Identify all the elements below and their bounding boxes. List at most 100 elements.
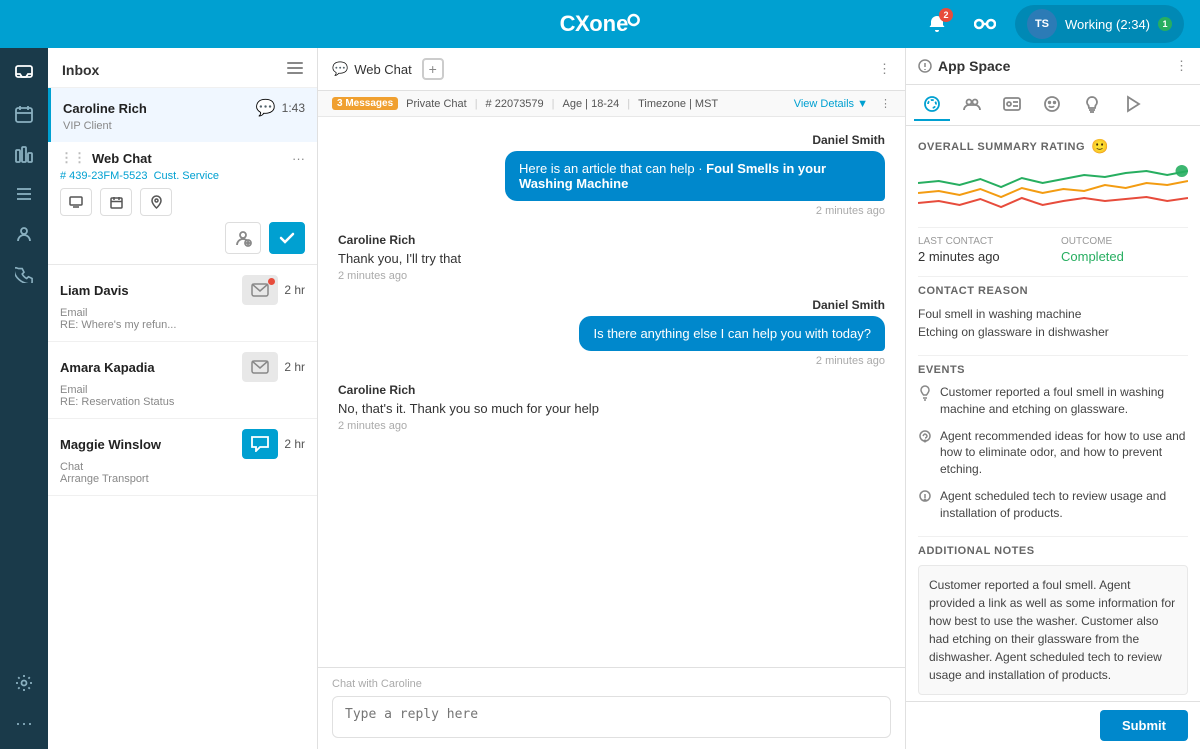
inbox-items: Caroline Rich 💬 1:43 VIP Client ⋮⋮ Web C…: [48, 88, 317, 749]
inbox-menu-button[interactable]: [287, 60, 303, 79]
contact-reason-text-2: Etching on glassware in dishwasher: [918, 323, 1188, 341]
event-icon-3: [918, 489, 932, 522]
outcome-col: OUTCOME Completed: [1061, 236, 1188, 264]
last-contact-label: LAST CONTACT: [918, 236, 1045, 247]
right-content: OVERALL SUMMARY RATING 🙂: [906, 126, 1200, 701]
nav-icon-contacts[interactable]: [6, 216, 42, 252]
webchat-more-button[interactable]: ···: [292, 151, 305, 166]
event-icon-1: [918, 385, 932, 418]
outcome-label: OUTCOME: [1061, 236, 1188, 247]
nav-icon-settings[interactable]: [6, 665, 42, 701]
connection-button[interactable]: [967, 6, 1003, 42]
divider-2: [918, 276, 1188, 277]
contact-card-liam[interactable]: Liam Davis 2 hr Email RE: Where's my ref…: [48, 265, 317, 342]
contact-card-caroline[interactable]: Caroline Rich 💬 1:43 VIP Client: [48, 88, 317, 142]
chat-tab-label: Web Chat: [354, 62, 412, 77]
msg-bubble-2: Thank you, I'll try that: [338, 251, 461, 266]
contact-card-maggie[interactable]: Maggie Winslow 2 hr Chat Arrange Transpo…: [48, 419, 317, 496]
chat-icon-caroline: 💬: [256, 98, 276, 118]
nav-icon-inbox[interactable]: [6, 56, 42, 92]
nav-icon-calendar[interactable]: [6, 96, 42, 132]
age-label: Age | 18-24: [563, 98, 620, 110]
chat-meta: 3 Messages Private Chat | # 22073579 | A…: [318, 91, 905, 117]
webchat-action-screen[interactable]: [60, 188, 92, 216]
msg-time-4: 2 minutes ago: [338, 420, 885, 432]
events-section: EVENTS Customer reported a foul smell in…: [918, 364, 1188, 522]
divider-4: [918, 536, 1188, 537]
divider-3: [918, 355, 1188, 356]
tab-identity[interactable]: [994, 89, 1030, 121]
tab-contacts[interactable]: [954, 89, 990, 121]
contact-reason-label: CONTACT REASON: [918, 285, 1188, 297]
additional-notes-section: ADDITIONAL NOTES Customer reported a fou…: [918, 545, 1188, 695]
submit-button[interactable]: Submit: [1100, 710, 1188, 741]
agent-status-button[interactable]: TS Working (2:34) 1: [1015, 5, 1184, 43]
submit-row: Submit: [906, 701, 1200, 749]
message-4: Caroline Rich No, that's it. Thank you s…: [338, 383, 885, 432]
unread-dot: [268, 278, 275, 285]
events-label: EVENTS: [918, 364, 1188, 376]
webchat-accept-button[interactable]: [269, 222, 305, 254]
webchat-assign-button[interactable]: [225, 222, 261, 254]
timezone-label: Timezone | MST: [638, 98, 718, 110]
webchat-action-location[interactable]: [140, 188, 172, 216]
chat-header: 💬 Web Chat + ⋮: [318, 48, 905, 91]
inbox-panel: Inbox Caroline Rich 💬 1:43 VIP Client: [48, 48, 318, 749]
last-contact-col: LAST CONTACT 2 minutes ago: [918, 236, 1045, 264]
tab-ideas[interactable]: [1074, 89, 1110, 121]
private-chat-label: Private Chat: [406, 98, 467, 110]
outcome-value: Completed: [1061, 249, 1188, 264]
nav-icon-phone[interactable]: [6, 256, 42, 292]
contact-sub-caroline: VIP Client: [63, 120, 305, 132]
msg-bubble-3: Is there anything else I can help you wi…: [579, 316, 885, 351]
main-layout: ··· Inbox Caroline Rich 💬 1:43 VIP Clien…: [0, 48, 1200, 749]
right-tabs: [906, 85, 1200, 126]
contact-name-liam: Liam Davis: [60, 283, 129, 298]
email-icon-liam: [242, 275, 278, 305]
events-list: Customer reported a foul smell in washin…: [918, 384, 1188, 522]
webchat-footer: [60, 222, 305, 260]
webchat-item: ⋮⋮ Web Chat ··· # 439-23FM-5523 Cust. Se…: [48, 142, 317, 265]
nav-icon-list[interactable]: [6, 176, 42, 212]
messages-badge: 3 Messages: [332, 97, 398, 110]
chat-tab-icon: 💬: [332, 61, 348, 77]
tab-summary[interactable]: [914, 89, 950, 121]
chat-input-area: Chat with Caroline: [318, 667, 905, 749]
overall-rating-section: OVERALL SUMMARY RATING 🙂: [918, 138, 1188, 213]
contact-reason-section: CONTACT REASON Foul smell in washing mac…: [918, 285, 1188, 341]
add-tab-button[interactable]: +: [422, 58, 444, 80]
webchat-action-calendar[interactable]: [100, 188, 132, 216]
chat-input[interactable]: [332, 696, 891, 738]
agent-badge: 1: [1158, 17, 1172, 31]
contact-name-maggie: Maggie Winslow: [60, 437, 161, 452]
top-header: CX one 2 TS Working (2:34) 1: [0, 0, 1200, 48]
view-details-button[interactable]: View Details ▼: [794, 98, 868, 110]
contact-sub-amara: Email: [60, 384, 305, 396]
notes-text: Customer reported a foul smell. Agent pr…: [918, 565, 1188, 695]
event-item-2: Agent recommended ideas for how to use a…: [918, 428, 1188, 478]
webchat-service: Cust. Service: [154, 170, 219, 182]
contact-card-amara[interactable]: Amara Kapadia 2 hr Email RE: Reservation…: [48, 342, 317, 419]
msg-time-1: 2 minutes ago: [338, 205, 885, 217]
contact-detail-maggie: Arrange Transport: [60, 473, 305, 485]
right-panel: App Space ⋮: [905, 48, 1200, 749]
nav-icon-more[interactable]: ···: [6, 705, 42, 741]
chat-tab-webchat[interactable]: 💬 Web Chat: [332, 61, 412, 77]
notifications-button[interactable]: 2: [919, 6, 955, 42]
contact-sub-maggie: Chat: [60, 461, 305, 473]
app-space-more-button[interactable]: ⋮: [1175, 58, 1188, 74]
msg-sender-4: Caroline Rich: [338, 383, 885, 397]
tab-actions[interactable]: [1114, 89, 1150, 121]
email-icon-amara: [242, 352, 278, 382]
case-number: # 22073579: [486, 98, 544, 110]
nav-icon-chart[interactable]: [6, 136, 42, 172]
chat-meta-more-button[interactable]: ⋮: [880, 97, 891, 110]
msg-bubble-1: Here is an article that can help · Foul …: [505, 151, 885, 201]
contact-sub-liam: Email: [60, 307, 305, 319]
chat-panel: 💬 Web Chat + ⋮ 3 Messages Private Chat |…: [318, 48, 905, 749]
tab-sentiment[interactable]: [1034, 89, 1070, 121]
inbox-title: Inbox: [62, 62, 99, 78]
chat-header-menu-button[interactable]: ⋮: [878, 61, 891, 77]
wave-chart: [918, 163, 1188, 213]
msg-sender-1: Daniel Smith: [338, 133, 885, 147]
